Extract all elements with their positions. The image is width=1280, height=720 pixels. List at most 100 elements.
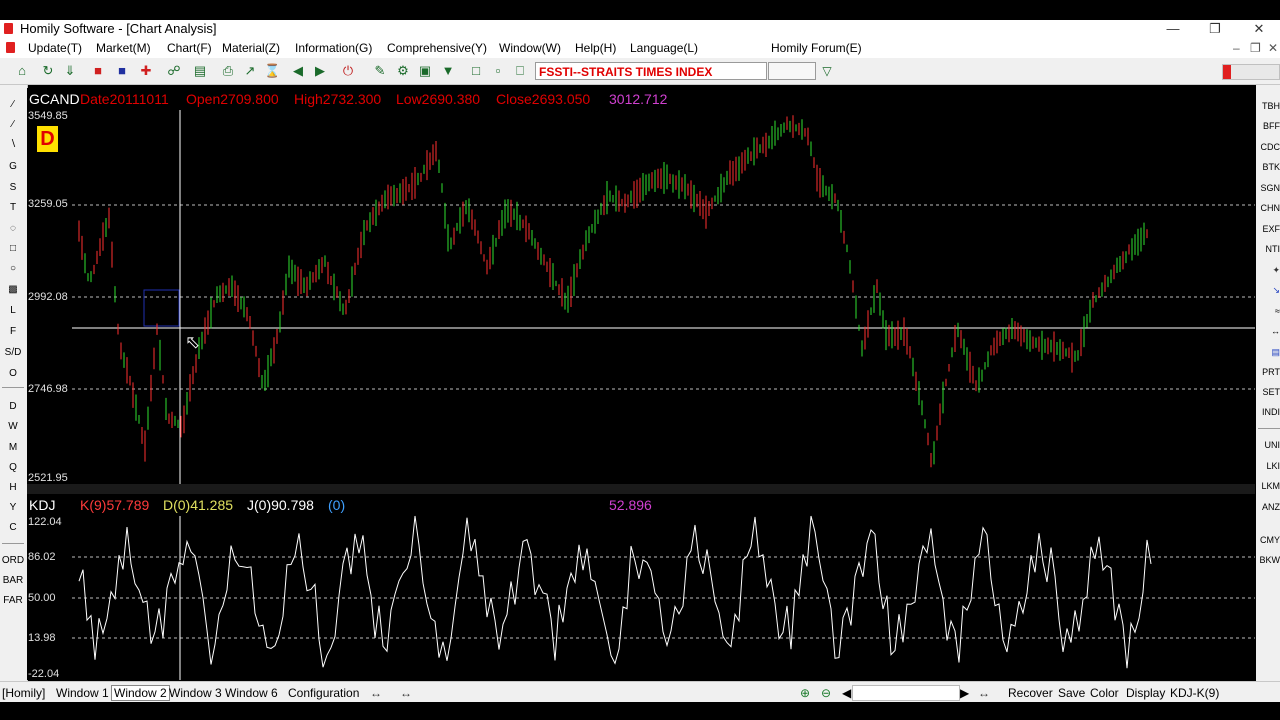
hourglass-icon[interactable]: ⌛ [264, 63, 280, 79]
period-halfyear[interactable]: H [0, 482, 26, 493]
settings-icon[interactable]: ⚙ [395, 63, 411, 79]
right-tool[interactable]: INDI [1256, 407, 1280, 417]
split-left-icon[interactable]: ↔ [370, 686, 382, 700]
menu-material[interactable]: Material(Z) [222, 41, 280, 55]
panel-divider[interactable] [27, 484, 1255, 494]
cart-icon[interactable]: ▼ [440, 63, 456, 79]
recover-button[interactable]: Recover [1008, 686, 1053, 700]
menu-homily-forum[interactable]: Homily Forum(E) [771, 41, 862, 55]
minimize-icon[interactable]: — [1158, 20, 1188, 38]
right-tool[interactable]: BTK [1256, 162, 1280, 172]
flag-my-icon[interactable]: ■ [114, 63, 130, 79]
menu-information[interactable]: Information(G) [295, 41, 372, 55]
period-custom[interactable]: C [0, 522, 26, 533]
save-button[interactable]: Save [1058, 686, 1085, 700]
menu-help[interactable]: Help(H) [575, 41, 616, 55]
scroll-left-icon[interactable]: ◀ [842, 686, 851, 700]
bar-chart-icon[interactable]: ▤ [192, 63, 208, 79]
tool-far[interactable]: FAR [0, 595, 26, 606]
candlestick-panel[interactable]: GCAND Date20111011 Open2709.800 High2732… [27, 88, 1255, 484]
right-tool[interactable]: NTI [1256, 244, 1280, 254]
channel-tool-icon[interactable]: ∖ [0, 139, 26, 150]
right-tool[interactable]: BFF [1256, 121, 1280, 131]
open-folder-icon[interactable]: ▫ [490, 63, 506, 79]
right-tool[interactable]: SGN [1256, 183, 1280, 193]
menu-market[interactable]: Market(M) [96, 41, 151, 55]
ray-tool-icon[interactable]: ∕ [0, 119, 26, 130]
menu-language[interactable]: Language(L) [630, 41, 698, 55]
tab-window-1[interactable]: Window 1 [56, 686, 109, 700]
flag-sg-icon[interactable]: ■ [90, 63, 106, 79]
close-icon[interactable]: ✕ [1244, 20, 1274, 38]
rectangle-icon[interactable]: □ [0, 243, 26, 254]
right-tool[interactable]: BKW [1256, 555, 1280, 565]
split-icon[interactable]: ↔ [978, 686, 990, 700]
menu-window[interactable]: Window(W) [499, 41, 561, 55]
right-tool[interactable]: EXF [1256, 224, 1280, 234]
stock-code-field[interactable] [768, 62, 816, 80]
kdj-panel[interactable]: KDJ K(9)57.789 D(0)41.285 J(0)90.798 (0)… [27, 494, 1255, 680]
period-monthly[interactable]: M [0, 442, 26, 453]
tool-t[interactable]: T [0, 202, 26, 213]
zoom-out-icon[interactable]: ⊖ [821, 686, 831, 700]
pen-icon[interactable]: ↘ [1256, 285, 1280, 296]
right-tool[interactable]: SET [1256, 387, 1280, 397]
tool-ord[interactable]: ORD [0, 555, 26, 566]
download-icon[interactable]: ⇓ [62, 63, 78, 79]
network-icon[interactable]: ☍ [166, 63, 182, 79]
tool-bar[interactable]: BAR [0, 575, 26, 586]
tab-window-3[interactable]: Window 3 [169, 686, 222, 700]
menu-comprehensive[interactable]: Comprehensive(Y) [387, 41, 487, 55]
tool-sd[interactable]: S/D [0, 347, 26, 358]
crosshair-icon[interactable]: ✦ [1256, 265, 1280, 276]
print-icon[interactable]: ⎙ [220, 63, 236, 79]
right-tool[interactable]: TBH [1256, 101, 1280, 111]
right-tool[interactable]: CHN [1256, 203, 1280, 213]
mdi-close-icon[interactable]: ✕ [1268, 41, 1278, 55]
zoom-in-icon[interactable]: ⊕ [800, 686, 810, 700]
export-icon[interactable]: ↗ [242, 63, 258, 79]
display-button[interactable]: Display [1126, 686, 1165, 700]
stock-selector[interactable]: FSSTI--STRAITS TIMES INDEX [535, 62, 767, 80]
refresh-icon[interactable]: ↻ [40, 63, 56, 79]
flag-hk-icon[interactable]: ✚ [138, 63, 154, 79]
candlestick-canvas[interactable] [27, 88, 1255, 484]
image-tool-icon[interactable]: ▩ [0, 284, 26, 295]
dropdown-icon[interactable]: ▽ [818, 62, 836, 80]
mdi-minimize-icon[interactable]: – [1233, 41, 1240, 55]
menu-chart[interactable]: Chart(F) [167, 41, 212, 55]
kdj-canvas[interactable] [27, 494, 1255, 680]
tool-o[interactable]: O [0, 368, 26, 379]
tool-l[interactable]: L [0, 305, 26, 316]
prev-icon[interactable]: ◀ [290, 63, 306, 79]
tool-s[interactable]: S [0, 182, 26, 193]
folder-icon[interactable]: □ [468, 63, 484, 79]
scrollbar-track[interactable] [852, 685, 960, 701]
right-tool[interactable]: LKI [1256, 461, 1280, 471]
menu-update[interactable]: Update(T) [28, 41, 82, 55]
period-weekly[interactable]: W [0, 421, 26, 432]
scroll-right-icon[interactable]: ▶ [960, 686, 969, 700]
right-tool[interactable]: UNI [1256, 440, 1280, 450]
power-icon[interactable]: ⏻ [340, 63, 356, 79]
tool-g[interactable]: G [0, 161, 26, 172]
restore-icon[interactable]: ❐ [1200, 20, 1230, 38]
draw-icon[interactable]: ✎ [372, 63, 388, 79]
window-icon[interactable]: ▣ [417, 63, 433, 79]
home-icon[interactable]: ⌂ [14, 63, 30, 79]
period-daily[interactable]: D [0, 401, 26, 412]
right-tool[interactable]: LKM [1256, 481, 1280, 491]
mdi-restore-icon[interactable]: ❐ [1250, 41, 1261, 55]
split-right-icon[interactable]: ↔ [400, 686, 412, 700]
tab-window-6[interactable]: Window 6 [225, 686, 278, 700]
period-yearly[interactable]: Y [0, 502, 26, 513]
monitor-icon[interactable]: ⎕ [512, 63, 528, 79]
right-tool[interactable]: CDC [1256, 142, 1280, 152]
tab-window-2[interactable]: Window 2 [111, 685, 170, 701]
wave-icon[interactable]: ≈ [1256, 306, 1280, 316]
right-tool[interactable]: ANZ [1256, 502, 1280, 512]
chart-type-icon[interactable]: ▤ [1256, 347, 1280, 358]
right-tool[interactable]: CMY [1256, 535, 1280, 545]
tool-f[interactable]: F [0, 326, 26, 337]
arrows-icon[interactable]: ↔ [1256, 326, 1280, 336]
